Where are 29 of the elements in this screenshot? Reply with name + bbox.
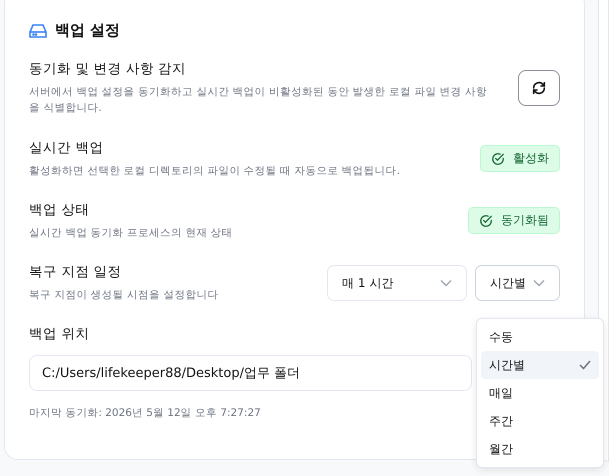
check-icon: [579, 360, 591, 370]
menu-option[interactable]: 매일: [481, 379, 599, 407]
path-input-field[interactable]: C:/Users/lifekeeper88/Desktop/업무 폴더: [29, 355, 472, 392]
menu-option[interactable]: 월간: [481, 435, 599, 463]
refresh-icon: [531, 80, 547, 96]
menu-option[interactable]: 수동: [481, 323, 599, 351]
status-badge: 동기화됨: [468, 207, 560, 234]
location-title: 백업 위치: [29, 325, 90, 344]
hard-drive-icon: [29, 22, 47, 38]
check-circle-icon: [479, 214, 493, 228]
sync-button[interactable]: [518, 70, 560, 106]
setting-description: 활성화하면 선택한 로컬 디렉토리의 파일이 수정될 때 자동으로 백업됩니다.: [29, 164, 400, 179]
select-dropdown[interactable]: 시간별: [475, 265, 560, 302]
check-circle-icon: [491, 152, 505, 166]
last-sync-text: 마지막 동기화: 2026년 5월 12일 오후 7:27:27: [29, 406, 261, 422]
setting-title: 백업 상태: [29, 200, 90, 219]
status-badge: 활성화: [480, 145, 560, 172]
chevron-down-icon: [440, 279, 452, 288]
setting-title: 동기화 및 변경 사항 감지: [29, 60, 186, 78]
menu-option[interactable]: 주간: [481, 407, 599, 435]
setting-description: 서버에서 백업 설정을 동기화하고 실시간 백업이 비활성화된 동안 발생한 로컬 파일 변경 사항을 식별합니다.: [29, 85, 488, 116]
setting-description: 실시간 백업 동기화 프로세스의 현재 상태: [29, 226, 233, 241]
setting-description: 복구 지점이 생성될 시점을 설정합니다: [29, 288, 218, 304]
select-dropdown[interactable]: 매 1 시간: [327, 265, 467, 302]
setting-title: 복구 지점 일정: [29, 263, 122, 282]
chevron-down-icon: [533, 279, 545, 288]
menu-option[interactable]: 시간별: [481, 351, 599, 379]
section-title: 백업 설정: [55, 21, 120, 40]
setting-title: 실시간 백업: [29, 138, 104, 157]
